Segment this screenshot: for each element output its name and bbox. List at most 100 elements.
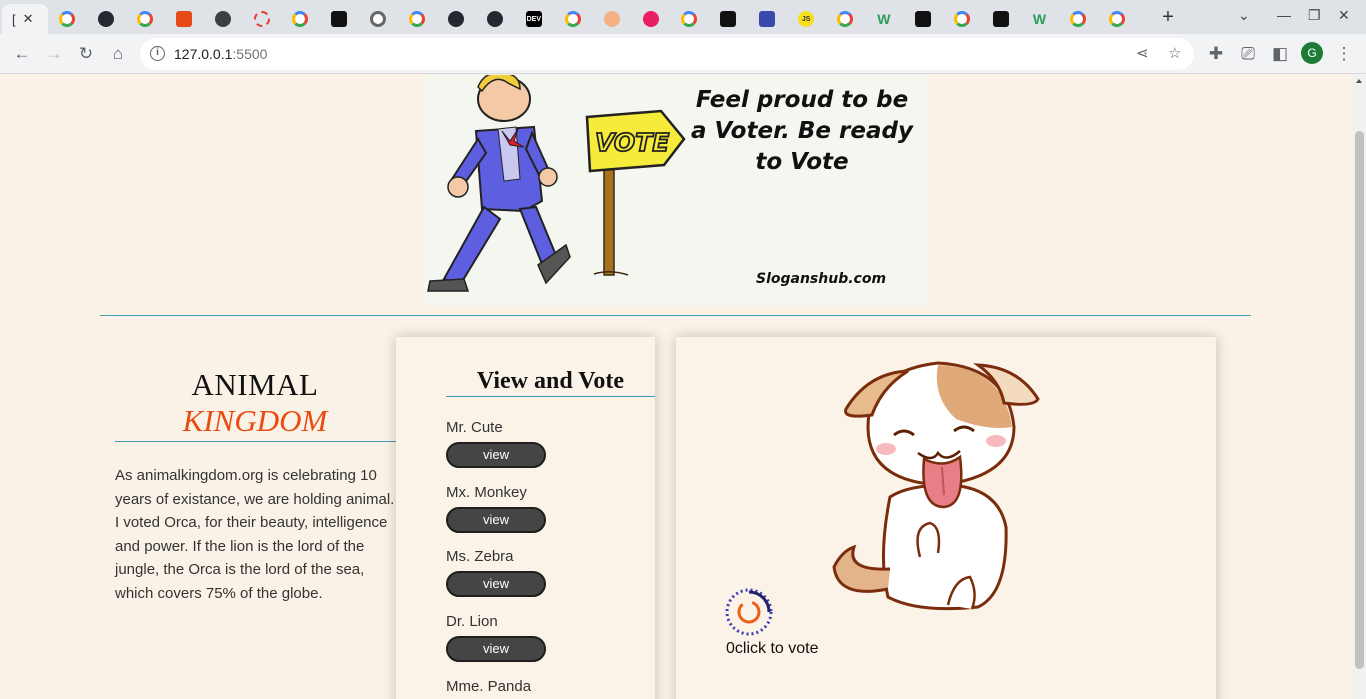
view-button-mr-cute[interactable]: view (446, 442, 546, 468)
view-button-mx-monkey[interactable]: view (446, 507, 546, 533)
scroll-up-icon[interactable] (1356, 79, 1362, 83)
page-scrollbar[interactable] (1352, 75, 1366, 699)
reload-icon[interactable]: ↻ (74, 42, 98, 66)
candidate-item: Dr. Lion view (446, 613, 566, 662)
title-underline (115, 441, 397, 442)
browser-toolbar: ← → ↻ ⌂ i 127.0.0.1:5500 ⋖ ☆ ✚ ⎚ ◧ G ⋮ (0, 34, 1366, 74)
candidate-item: Mme. Panda view (446, 678, 566, 699)
url-text[interactable]: 127.0.0.1:5500 (174, 46, 267, 62)
browser-tab[interactable] (398, 4, 436, 34)
candidate-name: Mme. Panda (446, 678, 532, 695)
cast-icon[interactable]: ⎚ (1236, 42, 1260, 66)
forward-icon[interactable]: → (42, 42, 66, 66)
google-icon (837, 11, 853, 27)
google-icon (59, 11, 75, 27)
browser-tab[interactable] (320, 4, 358, 34)
browser-tab[interactable] (943, 4, 981, 34)
pink-flower-icon (642, 11, 659, 27)
url-host: 127.0.0.1 (174, 46, 233, 62)
github-icon (486, 11, 503, 27)
browser-tab[interactable] (359, 4, 397, 34)
ring-icon (253, 11, 270, 27)
js-icon: JS (798, 11, 815, 27)
globe-icon (214, 11, 231, 27)
browser-tab[interactable] (281, 4, 319, 34)
menu-kebab-icon[interactable]: ⋮ (1332, 42, 1356, 66)
side-panel-icon[interactable]: ◧ (1268, 42, 1292, 66)
extensions-icon[interactable]: ✚ (1204, 42, 1228, 66)
browser-tab[interactable] (826, 4, 864, 34)
minimize-icon[interactable]: — (1277, 7, 1291, 23)
browser-tab[interactable] (437, 4, 475, 34)
vote-panel-heading: View and Vote (446, 368, 655, 397)
scrollbar-thumb[interactable] (1355, 131, 1364, 669)
bookmark-star-icon[interactable]: ☆ (1168, 44, 1181, 62)
vote-spinner-icon[interactable] (725, 588, 775, 638)
view-button-dr-lion[interactable]: view (446, 636, 546, 662)
browser-tab[interactable] (982, 4, 1020, 34)
medium-icon (331, 11, 348, 27)
close-tab-icon[interactable]: ✕ (23, 11, 34, 27)
browser-tab[interactable] (87, 4, 125, 34)
tab-search-icon[interactable]: ⌄ (1238, 7, 1250, 24)
google-icon (136, 11, 153, 27)
google-icon (564, 11, 581, 27)
browser-tab[interactable] (48, 4, 86, 34)
github-icon (97, 11, 114, 27)
new-tab-button[interactable]: + (1158, 6, 1178, 29)
browser-tab[interactable] (476, 4, 514, 34)
candidate-item: Mr. Cute view (446, 419, 566, 468)
browser-tab[interactable]: JS (787, 4, 825, 34)
intro-paragraph: As animalkingdom.org is celebrating 10 y… (115, 467, 395, 602)
page-viewport: VOTE Feel proud to be a Voter. Be ready … (0, 75, 1352, 699)
sign-vote-text: VOTE (595, 128, 669, 157)
browser-tab[interactable] (1098, 4, 1136, 34)
home-icon[interactable]: ⌂ (106, 42, 130, 66)
banner-credit: Sloganshub.com (756, 271, 887, 287)
tab-strip: [ ✕ DEV JS W W + ⌄ — ❐ ✕ (0, 0, 1366, 34)
browser-tab[interactable] (904, 4, 942, 34)
browser-tab[interactable] (165, 4, 203, 34)
browser-tab[interactable]: DEV (515, 4, 553, 34)
vote-banner-image: VOTE Feel proud to be a Voter. Be ready … (424, 75, 928, 306)
browser-tab[interactable] (709, 4, 747, 34)
header-divider (100, 315, 1251, 316)
browser-tab[interactable] (554, 4, 592, 34)
back-icon[interactable]: ← (10, 42, 34, 66)
devto-icon: DEV (525, 11, 542, 27)
candidate-item: Mx. Monkey view (446, 484, 566, 533)
restore-icon[interactable]: ❐ (1308, 7, 1321, 24)
browser-tab[interactable]: W (865, 4, 903, 34)
github-icon (448, 11, 464, 27)
url-port: :5500 (232, 46, 268, 62)
google-icon (953, 11, 970, 27)
window-close-icon[interactable]: ✕ (1338, 7, 1350, 24)
share-icon[interactable]: ⋖ (1136, 44, 1149, 62)
vote-counter[interactable]: 0click to vote (726, 640, 819, 658)
candidate-name: Mx. Monkey (446, 484, 527, 501)
swirl-icon (603, 11, 620, 27)
red-square-icon (175, 11, 192, 27)
browser-tab[interactable] (243, 4, 281, 34)
address-bar[interactable]: i 127.0.0.1:5500 ⋖ ☆ (140, 38, 1194, 70)
browser-tab[interactable] (593, 4, 631, 34)
site-info-icon[interactable]: i (150, 46, 165, 61)
chrome-icon (370, 11, 387, 27)
browser-tab[interactable] (204, 4, 242, 34)
browser-tab[interactable] (126, 4, 164, 34)
candidate-name: Mr. Cute (446, 419, 503, 436)
browser-tab[interactable] (670, 4, 708, 34)
view-button-ms-zebra[interactable]: view (446, 571, 546, 597)
browser-tab[interactable] (748, 4, 786, 34)
pet-detail-panel: 0click to vote (676, 337, 1216, 699)
google-icon (681, 11, 698, 27)
google-icon (1070, 11, 1087, 27)
puppy-image (832, 361, 1040, 611)
browser-tab[interactable]: W (1021, 4, 1059, 34)
profile-avatar[interactable]: G (1301, 42, 1323, 64)
active-tab[interactable]: [ ✕ (2, 4, 48, 34)
view-and-vote-panel: View and Vote Mr. Cute view Mx. Monkey v… (396, 337, 655, 699)
browser-tab[interactable] (632, 4, 670, 34)
browser-tab[interactable] (1059, 4, 1097, 34)
vote-count-label: click to vote (734, 640, 819, 657)
